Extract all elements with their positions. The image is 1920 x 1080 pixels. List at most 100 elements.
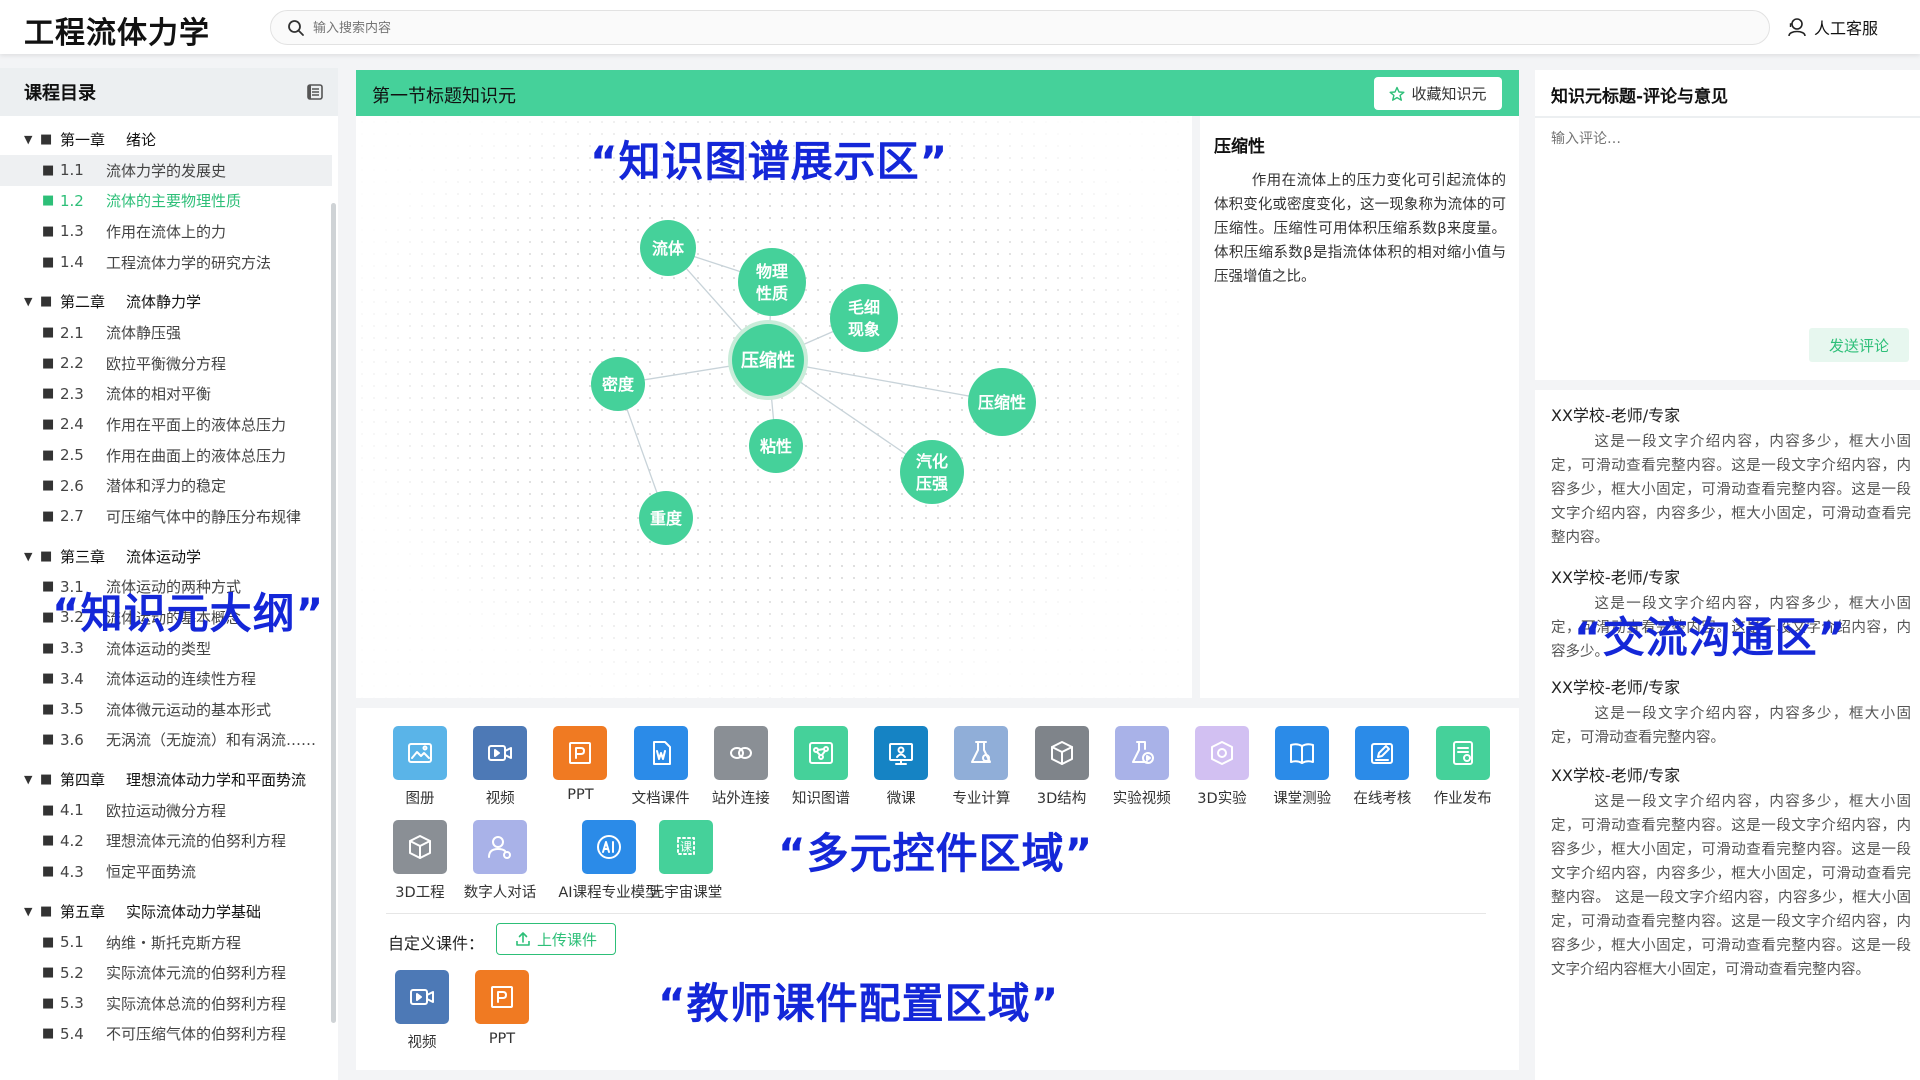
custom-courseware-item[interactable]: 视频 — [382, 970, 462, 1052]
section-item[interactable]: ■ 5.4 不可压缩气体的伯努利方程 — [0, 1019, 332, 1050]
section-item[interactable]: ■ 4.1 欧拉运动微分方程 — [0, 795, 332, 826]
section-number: 5.3 — [60, 994, 84, 1013]
section-item[interactable]: ■ 5.3 实际流体总流的伯努利方程 — [0, 988, 332, 1019]
graph-node[interactable]: 密度 — [591, 357, 645, 411]
tool-button[interactable]: 数字人对话 — [460, 820, 540, 902]
tool-button[interactable]: 在线考核 — [1342, 726, 1422, 808]
tool-button[interactable]: 课堂测验 — [1262, 726, 1342, 808]
bookmark-icon: ■ — [42, 995, 55, 1011]
graph-node-circle[interactable] — [830, 284, 898, 352]
graph-node[interactable]: 汽化压强 — [900, 440, 964, 504]
sidebar-title: 课程目录 — [24, 83, 96, 104]
tool-button[interactable]: 课元宇宙课堂 — [646, 820, 726, 902]
caret-down-icon[interactable]: ▼ — [24, 295, 40, 308]
tool-label: 元宇宙课堂 — [649, 885, 723, 901]
favorite-button[interactable]: 收藏知识元 — [1374, 77, 1502, 110]
tool-button[interactable]: 视频 — [460, 726, 540, 808]
caret-down-icon[interactable]: ▼ — [24, 773, 40, 786]
section-item[interactable]: ■ 2.5 作用在曲面上的液体总压力 — [0, 440, 332, 471]
chapter-item[interactable]: ▼ ■ 第五章 实际流体动力学基础 — [0, 896, 332, 927]
graph-node[interactable]: 压缩性 — [968, 368, 1036, 436]
graph-node[interactable]: 毛细现象 — [830, 284, 898, 352]
section-title: 流体运动的连续性方程 — [106, 670, 257, 689]
graph-node[interactable]: 粘性 — [749, 419, 803, 473]
section-item[interactable]: ■ 4.2 理想流体元流的伯努利方程 — [0, 826, 332, 857]
search-bar[interactable] — [270, 10, 1770, 45]
3d-engineering-icon — [393, 820, 447, 874]
knowledge-graph-area[interactable]: 压缩性 流体 物理 性质 毛细 现象 密度 粘性 压缩性 汽化 压强 重度 — [356, 116, 1186, 698]
section-item[interactable]: ■ 3.4 流体运动的连续性方程 — [0, 663, 332, 694]
section-title: 欧拉运动微分方程 — [106, 801, 227, 820]
tool-button[interactable]: 文档课件 — [621, 726, 701, 808]
graph-node-label: 粘性 — [760, 437, 792, 456]
tool-button[interactable]: PPT — [540, 726, 620, 803]
section-item[interactable]: ■ 2.3 流体的相对平衡 — [0, 379, 332, 410]
graph-node-circle[interactable] — [738, 248, 806, 316]
bookmark-icon: ■ — [42, 386, 55, 402]
section-item[interactable]: ■ 2.2 欧拉平衡微分方程 — [0, 348, 332, 379]
comment-text: 这是一段文字介绍内容，内容多少，框大小固定，可滑动查看完整内容。这是一段文字介绍… — [1551, 794, 1911, 978]
bookmark-icon: ■ — [42, 934, 55, 950]
tool-button[interactable]: 3D工程 — [380, 820, 460, 902]
section-item[interactable]: ■ 5.1 纳维・斯托克斯方程 — [0, 927, 332, 958]
graph-node-center[interactable]: 压缩性 — [728, 320, 808, 400]
section-number: 3.5 — [60, 700, 84, 719]
section-title: 欧拉平衡微分方程 — [106, 354, 227, 373]
section-title: 流体力学的发展史 — [106, 161, 227, 180]
upload-courseware-button[interactable]: 上传课件 — [496, 923, 616, 955]
knowledge-title-bar: 第一节标题知识元 收藏知识元 — [356, 70, 1519, 116]
customer-service-button[interactable]: 人工客服 — [1786, 14, 1878, 40]
section-item[interactable]: ■ 3.6 无涡流（无旋流）和有涡流…… — [0, 725, 332, 756]
section-item[interactable]: ■ 2.6 潜体和浮力的稳定 — [0, 470, 332, 501]
chapter-title: 绪论 — [126, 131, 157, 149]
send-comment-button[interactable]: 发送评论 — [1809, 328, 1909, 362]
tool-label: 微课 — [886, 791, 916, 807]
digital-human-icon — [473, 820, 527, 874]
tool-button[interactable]: 知识图谱 — [781, 726, 861, 808]
tool-label: 实验视频 — [1112, 791, 1171, 807]
section-title: 作用在平面上的液体总压力 — [106, 415, 287, 434]
graph-node-circle[interactable] — [900, 440, 964, 504]
section-item[interactable]: ■ 4.3 恒定平面势流 — [0, 856, 332, 887]
tool-button[interactable]: 实验视频 — [1102, 726, 1182, 808]
graph-node-label: 汽化 — [916, 452, 948, 471]
tool-button[interactable]: 专业计算 — [941, 726, 1021, 808]
section-item[interactable]: ■ 3.5 流体微元运动的基本形式 — [0, 694, 332, 725]
custom-courseware-item[interactable]: PPT — [462, 970, 542, 1047]
section-item[interactable]: ■ 1.1 流体力学的发展史 — [0, 155, 332, 186]
tool-button[interactable]: 3D结构 — [1022, 726, 1102, 808]
tool-button[interactable]: 微课 — [861, 726, 941, 808]
graph-node[interactable]: 物理性质 — [738, 248, 806, 316]
section-title: 可压缩气体中的静压分布规律 — [106, 507, 302, 526]
chapter-item[interactable]: ▼ ■ 第四章 理想流体动力学和平面势流 — [0, 764, 332, 795]
caret-down-icon[interactable]: ▼ — [24, 550, 40, 563]
graph-node-label: 重度 — [650, 509, 683, 528]
graph-node[interactable]: 重度 — [639, 491, 693, 545]
chapter-item[interactable]: ▼ ■ 第一章 绪论 — [0, 124, 332, 155]
tool-button[interactable]: 3D实验 — [1182, 726, 1262, 808]
micro-lesson-icon — [874, 726, 929, 780]
section-item[interactable]: ■ 2.1 流体静压强 — [0, 317, 332, 348]
caret-down-icon[interactable]: ▼ — [24, 905, 40, 918]
tool-button[interactable]: 站外连接 — [701, 726, 781, 808]
section-item[interactable]: ■ 1.2 流体的主要物理性质 — [0, 186, 332, 217]
section-item[interactable]: ■ 2.7 可压缩气体中的静压分布规律 — [0, 501, 332, 532]
overlay-controls-label: “多元控件区域” — [778, 829, 1094, 878]
chapter-item[interactable]: ▼ ■ 第二章 流体静力学 — [0, 286, 332, 317]
tool-button[interactable]: 图册 — [380, 726, 460, 808]
section-item[interactable]: ■ 5.2 实际流体元流的伯努利方程 — [0, 957, 332, 988]
outline-toggle-icon[interactable] — [306, 83, 324, 101]
chapter-number: 第一章 — [60, 131, 106, 149]
sidebar-scrollbar[interactable] — [331, 203, 336, 1023]
search-input[interactable] — [313, 17, 1713, 39]
caret-down-icon[interactable]: ▼ — [24, 133, 40, 146]
chapter-item[interactable]: ▼ ■ 第三章 流体运动学 — [0, 541, 332, 572]
knowledge-graph[interactable]: 压缩性流体物理性质毛细现象密度粘性压缩性汽化压强重度 — [356, 116, 1186, 698]
section-item[interactable]: ■ 1.3 作用在流体上的力 — [0, 216, 332, 247]
graph-node[interactable]: 流体 — [640, 220, 696, 276]
section-item[interactable]: ■ 1.4 工程流体力学的研究方法 — [0, 247, 332, 278]
graph-node-label: 压缩性 — [741, 349, 795, 371]
tool-button[interactable]: 作业发布 — [1423, 726, 1503, 808]
section-title: 工程流体力学的研究方法 — [106, 253, 272, 272]
section-item[interactable]: ■ 2.4 作用在平面上的液体总压力 — [0, 409, 332, 440]
